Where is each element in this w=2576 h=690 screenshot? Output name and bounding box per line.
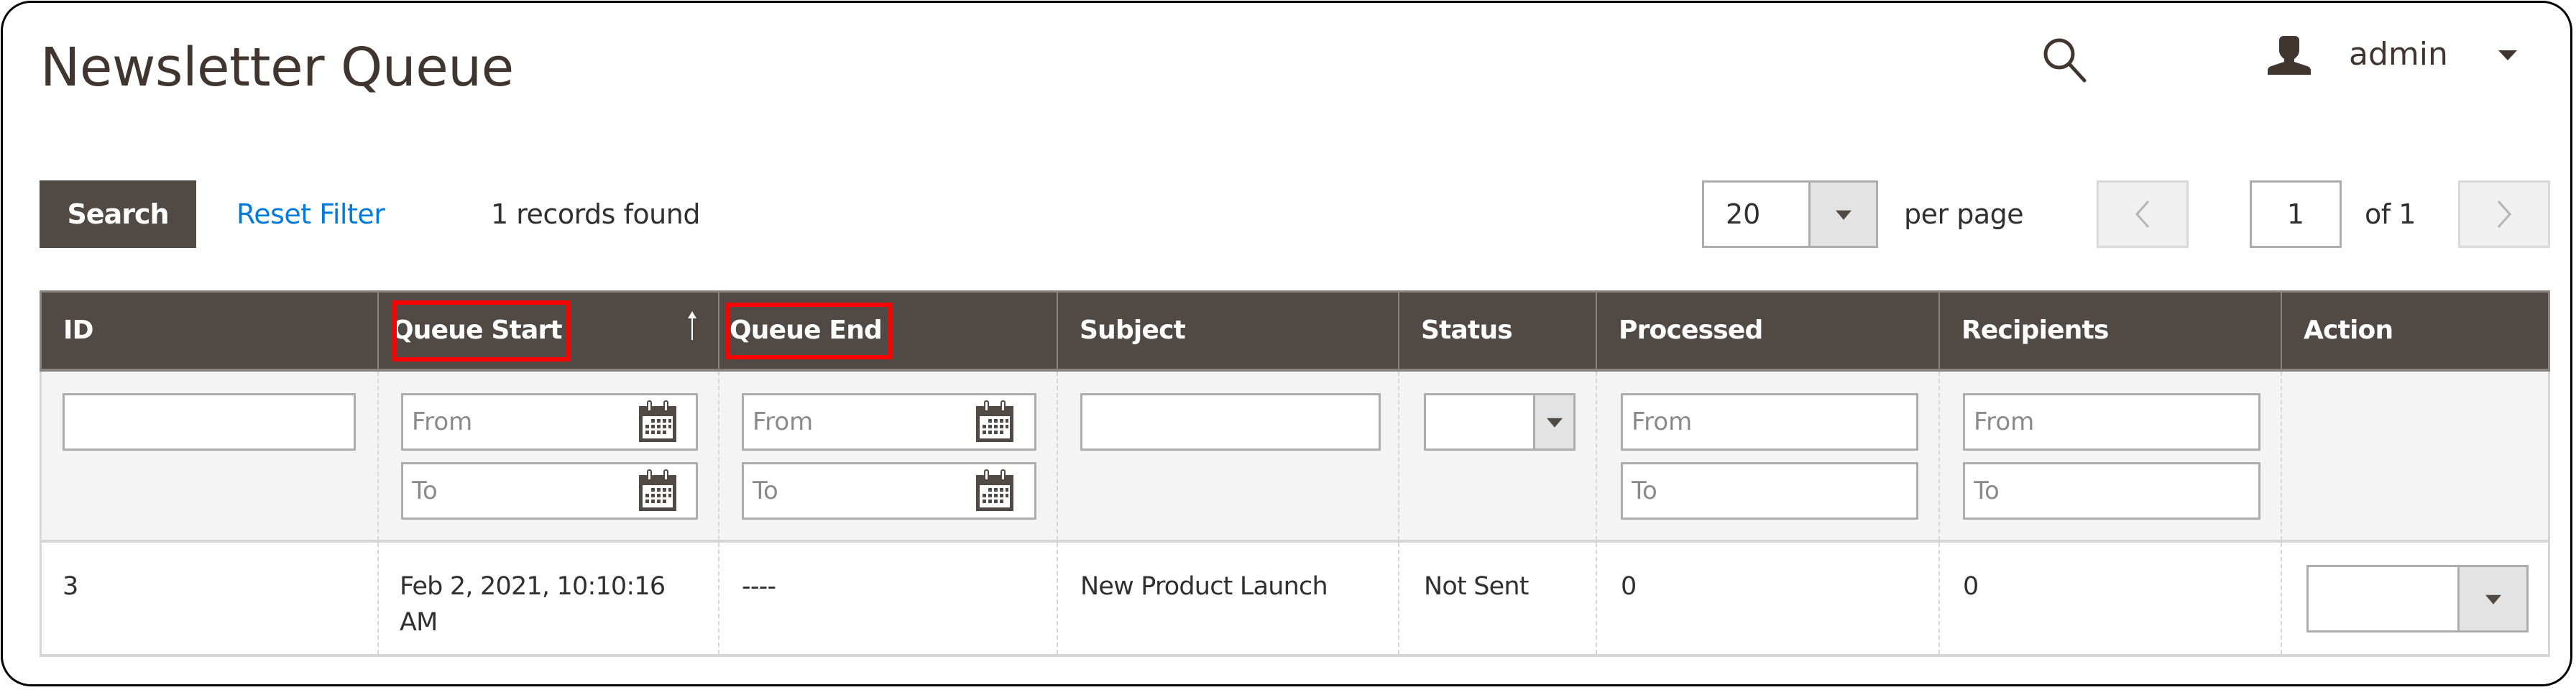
reset-filter-link[interactable]: Reset Filter: [236, 194, 385, 234]
column-divider: [377, 372, 379, 540]
calendar-icon[interactable]: [975, 469, 1015, 512]
column-divider: [1057, 543, 1058, 654]
row-action-select[interactable]: [2306, 565, 2529, 632]
cell-recipients: 0: [1963, 572, 1979, 601]
per-page-label: per page: [1904, 198, 2024, 230]
filter-recipients-from-input[interactable]: [1963, 393, 2260, 451]
chevron-down-icon: [2485, 594, 2501, 604]
cell-processed: 0: [1621, 572, 1637, 601]
column-header-id[interactable]: ID: [42, 293, 380, 369]
status-dropdown-toggle[interactable]: [1533, 395, 1573, 448]
column-header-subject[interactable]: Subject: [1058, 293, 1399, 369]
column-header-recipients[interactable]: Recipients: [1940, 293, 2282, 369]
user-menu-avatar[interactable]: [2267, 34, 2312, 75]
column-divider: [1057, 372, 1058, 540]
filter-recipients-to-input[interactable]: [1963, 462, 2260, 520]
user-menu-name[interactable]: admin: [2349, 32, 2448, 78]
calendar-icon[interactable]: [638, 469, 678, 512]
cell-queue-start: Feb 2, 2021, 10:10:16 AM: [400, 569, 666, 640]
column-divider: [1398, 372, 1399, 540]
chevron-right-icon: [2497, 201, 2512, 228]
cell-queue-end: ----: [742, 572, 776, 601]
cell-status: Not Sent: [1424, 572, 1530, 601]
column-header-status[interactable]: Status: [1399, 293, 1597, 369]
column-divider: [2281, 543, 2282, 654]
grid-filter-row: [40, 372, 2550, 543]
column-divider: [1596, 543, 1597, 654]
highlight-box-queue-end: [726, 303, 892, 359]
filter-id-input[interactable]: [63, 393, 356, 451]
table-row[interactable]: 3 Feb 2, 2021, 10:10:16 AM ---- New Prod…: [40, 543, 2550, 657]
user-icon: [2267, 36, 2312, 75]
next-page-button[interactable]: [2458, 180, 2550, 248]
highlight-box-queue-start: [392, 300, 570, 362]
calendar-icon[interactable]: [975, 400, 1015, 443]
chevron-down-icon: [1835, 210, 1852, 220]
column-header-processed[interactable]: Processed: [1597, 293, 1940, 369]
cell-queue-start-date: Feb 2, 2021, 10:10:16: [400, 572, 666, 601]
user-menu-caret-icon[interactable]: [2498, 50, 2517, 60]
filter-processed-to-input[interactable]: [1621, 462, 1918, 520]
column-header-action: Action: [2304, 316, 2393, 345]
cell-subject: New Product Launch: [1080, 572, 1328, 601]
column-divider: [2281, 372, 2282, 540]
filter-subject-input[interactable]: [1080, 393, 1381, 451]
column-divider: [1938, 372, 1940, 540]
action-dropdown-toggle[interactable]: [2457, 567, 2526, 630]
calendar-icon[interactable]: [638, 400, 678, 443]
previous-page-button[interactable]: [2097, 180, 2189, 248]
page-title: Newsletter Queue: [40, 37, 514, 98]
column-divider: [1596, 372, 1597, 540]
column-divider: [377, 543, 379, 654]
search-button[interactable]: Search: [40, 180, 196, 248]
search-icon: [2043, 38, 2087, 83]
sort-ascending-icon: [688, 311, 696, 340]
column-divider: [1938, 543, 1940, 654]
column-divider: [718, 372, 719, 540]
global-search-button[interactable]: [2041, 36, 2089, 83]
page-total: of 1: [2365, 198, 2416, 230]
chevron-down-icon: [1546, 418, 1563, 428]
newsletter-queue-grid: ID Queue Start Queue End Subject Status …: [40, 290, 2550, 657]
chevron-left-icon: [2135, 201, 2150, 228]
filter-status-select[interactable]: [1424, 393, 1576, 451]
page-number-input[interactable]: [2250, 180, 2342, 248]
per-page-value: 20: [1726, 198, 1761, 230]
per-page-dropdown-toggle[interactable]: [1808, 183, 1876, 246]
cell-id: 3: [63, 572, 78, 601]
per-page-select[interactable]: 20: [1702, 180, 1878, 248]
column-divider: [1398, 543, 1399, 654]
filter-processed-from-input[interactable]: [1621, 393, 1918, 451]
column-divider: [718, 543, 719, 654]
cell-queue-start-meridiem: AM: [400, 608, 438, 637]
records-found-count: 1 records found: [491, 198, 700, 230]
